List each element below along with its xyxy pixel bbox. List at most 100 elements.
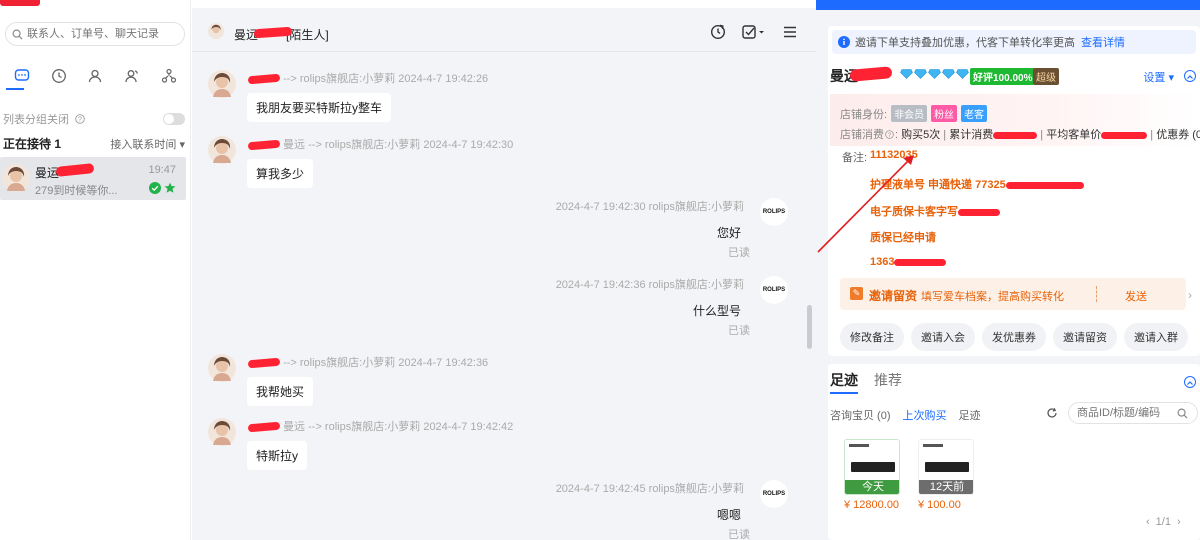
message-bubble: 特斯拉y <box>247 441 308 470</box>
redaction-mark <box>247 139 281 151</box>
contact-badges <box>149 182 176 194</box>
active-tab-indicator <box>6 88 24 90</box>
product-date-band: 今天 <box>845 480 899 494</box>
group-toggle-switch[interactable] <box>163 113 185 125</box>
shop-avatar: ROLIPS <box>760 480 788 508</box>
redaction-mark <box>993 131 1038 139</box>
message-meta: 曼远 --> rolips旗舰店:小萝莉 2024-4-7 19:42:42 <box>247 418 513 434</box>
check-circle-icon <box>149 182 161 194</box>
menu-icon[interactable] <box>782 24 798 40</box>
subtab-last-purchase[interactable]: 上次购买 <box>903 407 947 423</box>
settings-dropdown[interactable]: 设置 ▾ <box>1143 69 1174 85</box>
pager: ‹ 1/1 › <box>1146 516 1181 528</box>
note-line: 护理液单号 申通快递 77325 <box>870 176 1084 192</box>
message-bubble: 您好 <box>707 218 750 247</box>
avatar <box>208 354 236 382</box>
tab-footprint[interactable]: 足迹 <box>830 370 858 394</box>
sort-dropdown[interactable]: 接入联系时间 ▾ <box>110 136 185 152</box>
chat-scrollbar[interactable] <box>807 305 812 349</box>
tab-recommend[interactable]: 推荐 <box>874 370 902 394</box>
message-bubble: 我朋友要买特斯拉y整车 <box>247 93 392 122</box>
history-icon[interactable] <box>710 24 726 40</box>
customer-info-panel: 邀请下单支持叠加优惠，代客下单转化率更高 查看详情 曼远 好评100.00% 超… <box>816 0 1200 540</box>
invite-member-button[interactable]: 邀请入会 <box>911 323 975 351</box>
footprint-card: 足迹 推荐 咨询宝贝 (0) 上次购买 足迹 今天 ¥ 12800.00 12天… <box>828 364 1200 540</box>
diamond-icon <box>956 69 969 79</box>
contact-preview: 279到时候等你... <box>35 185 118 197</box>
redaction-mark <box>247 73 281 85</box>
total-spend-label: 累计消费 <box>949 129 994 141</box>
contact-search[interactable] <box>5 22 185 46</box>
diamond-level-icons <box>900 69 969 79</box>
invite-info-button[interactable]: 邀请留资 <box>1053 323 1117 351</box>
shop-avatar: ROLIPS <box>760 276 788 304</box>
task-check-icon[interactable] <box>742 24 766 40</box>
message-meta: 2024-4-7 19:42:30 rolips旗舰店:小萝莉 <box>555 201 744 213</box>
collapse-icon[interactable] <box>1184 376 1196 388</box>
person-icon[interactable] <box>86 67 104 85</box>
shop-identity-label: 店铺身份: <box>840 108 888 121</box>
coupon-count: 优惠券 (0) <box>1156 129 1200 141</box>
shop-identity-row: 店铺身份: 非会员 粉丝 老客 <box>840 105 988 122</box>
product-price: ¥ 100.00 <box>918 499 961 511</box>
subtab-consulted[interactable]: 咨询宝贝 (0) <box>830 407 891 423</box>
read-status: 已读 <box>728 325 750 337</box>
product-price: ¥ 12800.00 <box>844 499 900 511</box>
search-icon <box>12 29 23 40</box>
message-meta: 2024-4-7 19:42:36 rolips旗舰店:小萝莉 <box>555 279 744 291</box>
banner-detail-link[interactable]: 查看详情 <box>1081 34 1125 50</box>
invite-group-button[interactable]: 邀请入群 <box>1124 323 1188 351</box>
footprint-subtabs: 咨询宝贝 (0) 上次购买 足迹 <box>830 407 981 423</box>
next-page-icon[interactable]: › <box>1177 516 1181 528</box>
contact-search-input[interactable] <box>27 28 177 40</box>
product-card[interactable]: 12天前 ¥ 100.00 <box>918 439 974 511</box>
redaction-mark <box>1101 131 1148 139</box>
chat-header: 曼远 [陌生人] <box>192 8 816 52</box>
product-search-input[interactable] <box>1077 407 1177 419</box>
read-status: 已读 <box>728 247 750 259</box>
avatar <box>208 136 236 164</box>
prev-page-icon[interactable]: ‹ <box>1146 516 1150 528</box>
app-logo <box>0 0 60 8</box>
subtab-footprint[interactable]: 足迹 <box>959 407 981 423</box>
avatar <box>208 23 224 39</box>
contact-item[interactable]: 曼运 19:47 279到时候等你... <box>0 157 186 200</box>
message-meta: 2024-4-7 19:42:45 rolips旗舰店:小萝莉 <box>555 483 744 495</box>
org-tree-icon[interactable] <box>160 67 178 85</box>
info-icon <box>838 36 850 48</box>
clock-icon[interactable] <box>50 67 68 85</box>
redaction-mark <box>1005 181 1084 189</box>
diamond-icon <box>900 69 913 79</box>
note-line: 质保已经申请 <box>870 232 936 244</box>
waiting-section-header: 正在接待 1 接入联系时间 ▾ <box>3 135 185 152</box>
note-label: 备注: <box>842 152 868 164</box>
avatar <box>2 164 30 192</box>
search-icon <box>1177 408 1188 419</box>
message-bubble: 我帮她买 <box>247 377 314 406</box>
top-accent-strip <box>816 0 1200 10</box>
product-image: 12天前 <box>918 439 974 495</box>
purchase-count: 购买5次 <box>901 129 941 141</box>
group-icon[interactable] <box>123 67 141 85</box>
level-badge: 超级 <box>1033 68 1059 85</box>
note-line: 11132035 <box>870 149 918 161</box>
shop-consume-label: 店铺消费 <box>840 129 884 141</box>
action-buttons: 修改备注 邀请入会 发优惠券 邀请留资 邀请入群 <box>840 323 1188 351</box>
help-icon: ? <box>75 114 85 124</box>
collapse-icon[interactable] <box>1184 70 1196 82</box>
edit-note-button[interactable]: 修改备注 <box>840 323 904 351</box>
message-meta: --> rolips旗舰店:小萝莉 2024-4-7 19:42:36 <box>247 354 488 370</box>
send-coupon-button[interactable]: 发优惠券 <box>982 323 1046 351</box>
product-search[interactable] <box>1068 402 1198 424</box>
chevron-right-icon[interactable]: › <box>1188 288 1192 302</box>
diamond-icon <box>928 69 941 79</box>
chat-panel: 曼远 [陌生人] --> rolips旗舰店:小萝莉 2024-4-7 19:42… <box>192 8 816 540</box>
message-bubble: 算我多少 <box>247 159 314 188</box>
refresh-icon[interactable] <box>1046 407 1058 419</box>
chat-bubble-icon[interactable] <box>13 67 31 85</box>
group-toggle-label: 列表分组关闭 <box>3 114 69 126</box>
note-line: 1363 <box>870 256 947 268</box>
product-card[interactable]: 今天 ¥ 12800.00 <box>844 439 900 511</box>
invite-send-button[interactable]: 发送 <box>1125 288 1147 304</box>
rating-badge: 好评100.00% <box>970 68 1036 85</box>
